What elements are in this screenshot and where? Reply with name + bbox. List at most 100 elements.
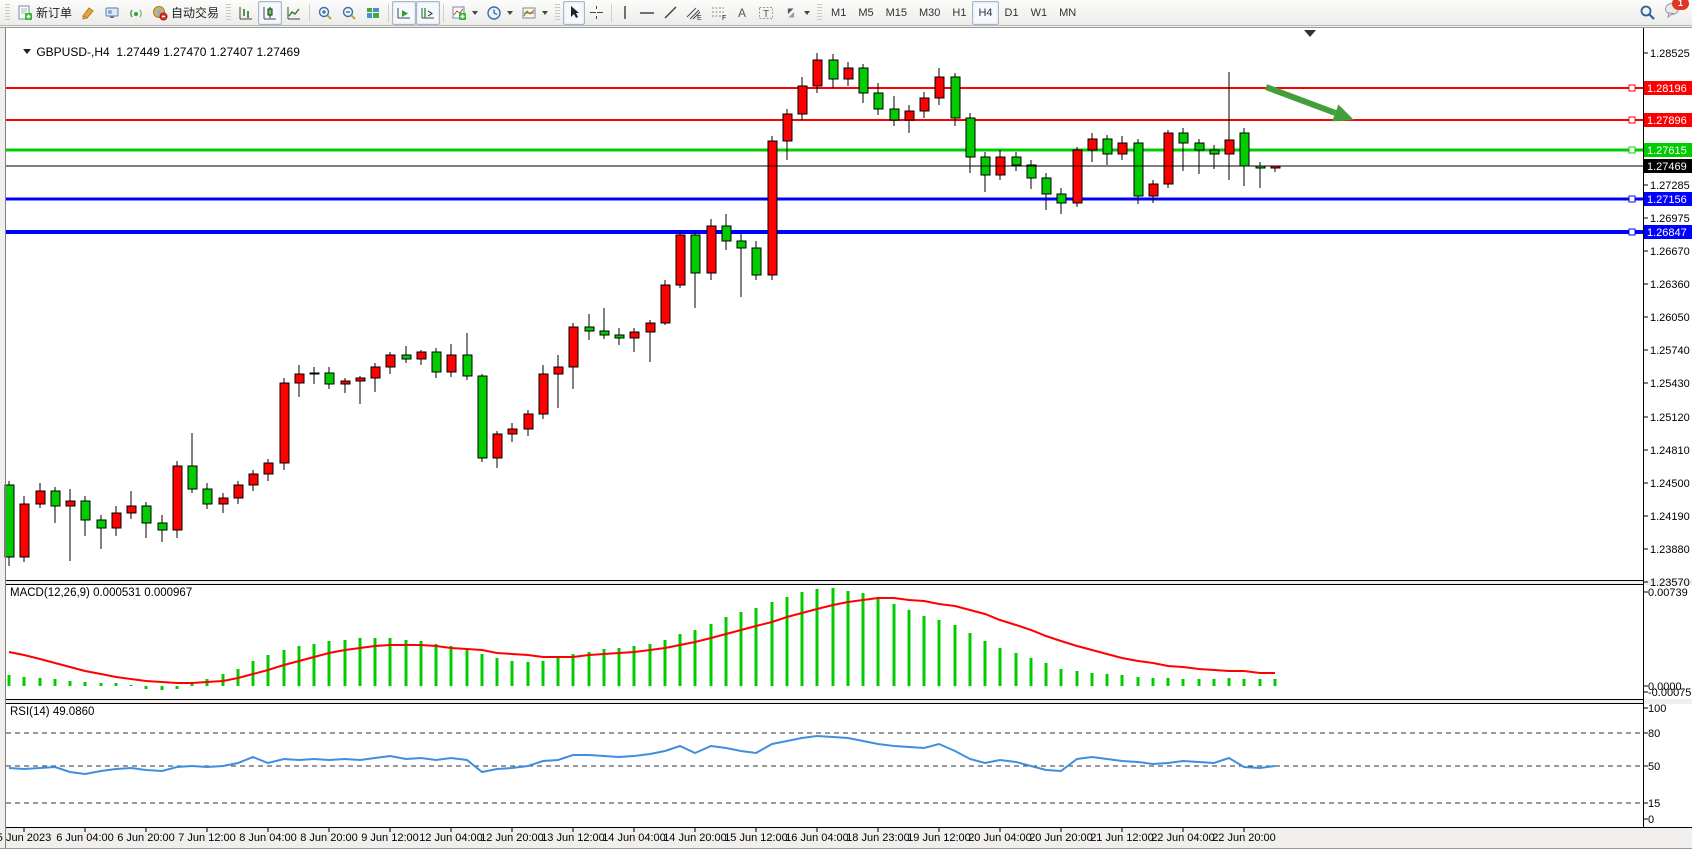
svg-text:1.23880: 1.23880	[1650, 544, 1690, 556]
crosshair-icon	[589, 5, 604, 20]
svg-text:15: 15	[1648, 798, 1660, 810]
chart-shift-button[interactable]	[416, 1, 440, 25]
timeframe-m15-button[interactable]: M15	[880, 1, 913, 25]
bar-chart-button[interactable]	[234, 1, 258, 25]
notification-badge: 1	[1672, 0, 1689, 10]
svg-text:E: E	[697, 15, 702, 21]
indicators-dropdown-arrow[interactable]	[472, 11, 478, 15]
templates-dropdown-arrow[interactable]	[542, 11, 548, 15]
toolbar-grip[interactable]	[817, 4, 822, 22]
svg-text:1.27615: 1.27615	[1647, 145, 1687, 157]
svg-text:12 Jun 20:00: 12 Jun 20:00	[480, 832, 544, 844]
timeframe-h1-button[interactable]: H1	[946, 1, 972, 25]
templates-button[interactable]	[517, 1, 552, 25]
candlestick-chart-button[interactable]	[258, 1, 282, 25]
svg-text:1.25740: 1.25740	[1650, 345, 1690, 357]
horizontal-line-icon	[639, 5, 655, 20]
timeframe-m1-button[interactable]: M1	[825, 1, 852, 25]
chart-title: GBPUSD-,H4 1.27449 1.27470 1.27407 1.274…	[10, 31, 300, 73]
svg-text:T: T	[763, 9, 769, 20]
svg-text:0: 0	[1648, 814, 1654, 826]
timeframe-mn-button[interactable]: MN	[1053, 1, 1082, 25]
tile-windows-icon	[365, 5, 381, 21]
svg-text:1.26847: 1.26847	[1647, 227, 1687, 239]
fibonacci-button[interactable]: F	[707, 1, 732, 25]
macd-indicator-header: MACD(12,26,9) 0.000531 0.000967	[10, 587, 192, 599]
trendline-button[interactable]	[659, 1, 682, 25]
new-order-icon	[17, 5, 33, 21]
zoom-out-icon	[341, 5, 357, 21]
shapes-icon	[783, 5, 799, 21]
terminal-button[interactable]	[100, 1, 124, 25]
signals-button[interactable]	[124, 1, 148, 25]
svg-text:1.26670: 1.26670	[1650, 246, 1690, 258]
new-order-button[interactable]: 新订单	[13, 1, 76, 25]
shapes-button[interactable]	[779, 1, 814, 25]
svg-text:1.24500: 1.24500	[1650, 478, 1690, 490]
svg-text:1.28196: 1.28196	[1647, 83, 1687, 95]
svg-text:1.27469: 1.27469	[1647, 161, 1687, 173]
shapes-dropdown-arrow[interactable]	[804, 11, 810, 15]
timeframe-m5-button[interactable]: M5	[852, 1, 879, 25]
periods-icon	[486, 5, 502, 21]
text-label-button[interactable]: T	[754, 1, 779, 25]
channel-button[interactable]: E	[682, 1, 707, 25]
toolbar-grip[interactable]	[5, 4, 10, 22]
svg-text:1.26360: 1.26360	[1650, 279, 1690, 291]
svg-text:14 Jun 20:00: 14 Jun 20:00	[663, 832, 727, 844]
new-order-label: 新订单	[36, 4, 72, 21]
vertical-line-icon	[619, 5, 631, 20]
tile-windows-button[interactable]	[361, 1, 385, 25]
auto-scroll-button[interactable]	[392, 1, 416, 25]
notifications-button[interactable]: 1	[1664, 2, 1682, 23]
text-button[interactable]: A	[732, 1, 754, 25]
terminal-icon	[104, 5, 120, 21]
main-toolbar: 新订单 自动交易	[0, 0, 1692, 26]
auto-scroll-icon	[396, 5, 412, 21]
svg-text:19 Jun 12:00: 19 Jun 12:00	[907, 832, 971, 844]
periods-dropdown-arrow[interactable]	[507, 11, 513, 15]
indicators-icon	[451, 5, 467, 21]
price-chart-canvas[interactable]: 1.281961.278961.276151.271561.268471.274…	[0, 0, 1692, 849]
svg-text:1.27896: 1.27896	[1647, 115, 1687, 127]
timeframe-h4-button[interactable]: H4	[972, 1, 998, 25]
bar-chart-icon	[238, 5, 254, 21]
svg-text:5 Jun 2023: 5 Jun 2023	[0, 832, 51, 844]
candlestick-chart-icon	[262, 5, 278, 21]
svg-text:1.24190: 1.24190	[1650, 511, 1690, 523]
toolbar-grip[interactable]	[226, 4, 231, 22]
timeframe-m30-button[interactable]: M30	[913, 1, 946, 25]
svg-text:6 Jun 20:00: 6 Jun 20:00	[117, 832, 175, 844]
symbol-period-label: GBPUSD-,H4	[36, 45, 109, 59]
svg-text:0.00739: 0.00739	[1648, 587, 1688, 599]
trendline-icon	[663, 5, 678, 20]
zoom-in-button[interactable]	[313, 1, 337, 25]
text-label-icon: T	[758, 5, 775, 21]
svg-text:1.26975: 1.26975	[1650, 213, 1690, 225]
timeframe-d1-button[interactable]: D1	[999, 1, 1025, 25]
toolbar-grip[interactable]	[555, 4, 560, 22]
crosshair-button[interactable]	[585, 1, 608, 25]
cursor-button[interactable]	[563, 1, 585, 25]
highlighter-button[interactable]	[76, 1, 100, 25]
horizontal-line-button[interactable]	[635, 1, 659, 25]
search-icon[interactable]	[1639, 4, 1656, 21]
autotrading-icon	[152, 5, 168, 21]
signals-icon	[128, 5, 144, 21]
timeframe-w1-button[interactable]: W1	[1025, 1, 1054, 25]
templates-icon	[521, 5, 537, 21]
line-chart-button[interactable]	[282, 1, 306, 25]
text-icon: A	[736, 5, 750, 20]
vertical-line-button[interactable]	[615, 1, 635, 25]
autotrading-button[interactable]: 自动交易	[148, 1, 223, 25]
highlighter-icon	[80, 5, 96, 21]
zoom-out-button[interactable]	[337, 1, 361, 25]
fibonacci-icon: F	[711, 5, 728, 21]
svg-text:1.28525: 1.28525	[1650, 48, 1690, 60]
indicators-button[interactable]	[447, 1, 482, 25]
periods-button[interactable]	[482, 1, 517, 25]
svg-text:1.25120: 1.25120	[1650, 412, 1690, 424]
svg-text:12 Jun 04:00: 12 Jun 04:00	[419, 832, 483, 844]
svg-text:1.26050: 1.26050	[1650, 312, 1690, 324]
chart-caret-icon[interactable]	[23, 49, 31, 54]
